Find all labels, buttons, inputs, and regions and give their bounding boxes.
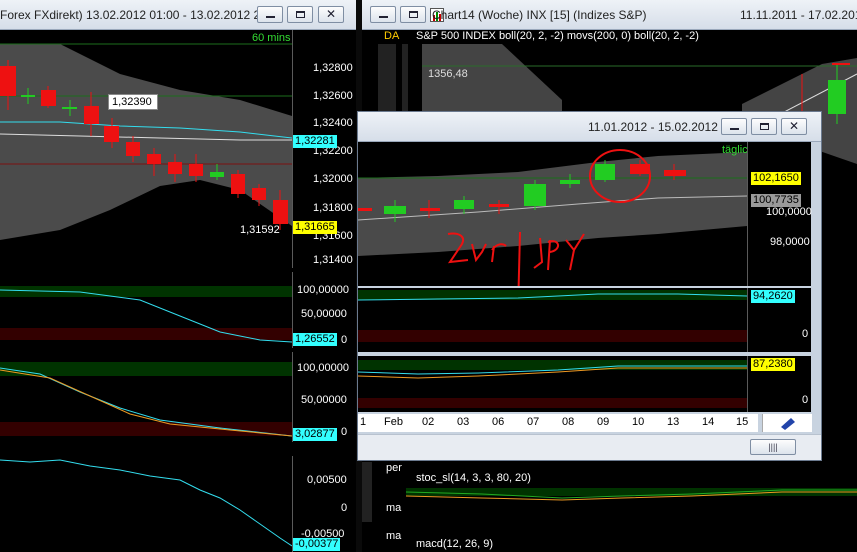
right-window-date-range: 11.11.2011 - 17.02.2012 — [740, 8, 857, 22]
x-tick: 10 — [632, 416, 645, 428]
left-osc2-scale: 100,00000 50,00000 0 3,02877 — [292, 352, 352, 442]
front-window-date-range: 11.01.2012 - 15.02.2012 — [588, 120, 718, 134]
front-chart-window: 11.01.2012 - 15.02.2012 ✕ tägli 102,1650… — [357, 111, 822, 461]
front-x-axis: 1 Feb 02 03 06 07 08 09 10 13 14 15 — [358, 414, 758, 432]
front-horizontal-scrollbar[interactable]: |||| — [358, 434, 821, 460]
front-timeframe: täglich — [722, 144, 747, 156]
restore-icon[interactable] — [287, 6, 313, 23]
left-window-titlebar[interactable]: Forex FXdirekt) 13.02.2012 01:00 - 13.02… — [0, 0, 356, 30]
price-tick: 1,32000 — [313, 173, 353, 185]
left-osc3-scale: 0,00500 0 -0,00500 -0,00377 — [292, 456, 352, 552]
left-oscillator-3[interactable] — [0, 456, 292, 552]
osc3-badge: -0,00377 — [293, 538, 341, 551]
right-window-title: Chart14 (Woche) INX [15] (Indizes S&P) — [432, 8, 647, 22]
osc-tick: 0,00500 — [307, 474, 347, 486]
osc-tick: 50,00000 — [301, 394, 347, 406]
front-oscillator-1[interactable] — [358, 288, 747, 352]
x-tick: 14 — [702, 416, 715, 428]
minimize-icon[interactable] — [721, 118, 747, 135]
left-price-panel[interactable]: 60 mins 1,32390 1,31592 — [0, 30, 292, 268]
front-price-scale[interactable]: 102,1650 100,7735 100,0000 98,0000 — [747, 142, 812, 286]
front-oscillator-2[interactable] — [358, 356, 747, 412]
price-tooltip: 1,32390 — [108, 94, 158, 110]
osc-tick: 50,00000 — [301, 308, 347, 320]
x-tick: 13 — [667, 416, 680, 428]
price-tick: 1,32800 — [313, 62, 353, 74]
price-tick: 1,31400 — [313, 254, 353, 266]
left-price-scale[interactable]: 1,32800 1,32600 1,32400 1,32200 1,32000 … — [292, 30, 353, 268]
osc-tick: 0 — [341, 502, 348, 514]
side-label: ma — [386, 530, 402, 542]
close-icon[interactable]: ✕ — [781, 118, 807, 135]
side-label: per — [386, 462, 402, 474]
header-prefix: DA — [384, 30, 400, 42]
osc2-badge: 3,02877 — [293, 428, 337, 441]
front-yellow-badge: 102,1650 — [751, 172, 801, 185]
right-indicator-header: DA S&P 500 INDEX boll(20, 2, -2) movs(20… — [362, 30, 857, 44]
left-oscillator-1[interactable] — [0, 272, 292, 348]
scrollbar-thumb[interactable]: |||| — [750, 439, 796, 455]
x-tick: 1 — [360, 416, 367, 428]
low-price-label: 1,31592 — [240, 224, 280, 236]
restore-icon[interactable] — [400, 6, 426, 23]
price-tick: 1,32600 — [313, 90, 353, 102]
x-tick: 03 — [457, 416, 470, 428]
front-osc2-badge: 87,2380 — [751, 358, 795, 371]
x-tick: 06 — [492, 416, 505, 428]
desktop: Forex FXdirekt) 13.02.2012 01:00 - 13.02… — [0, 0, 857, 552]
front-osc2-scale: 87,2380 0 — [747, 356, 811, 412]
front-osc1-zero: 0 — [802, 328, 809, 340]
osc1-badge: 1,26552 — [293, 333, 337, 346]
yellow-price-badge: 1,31665 — [293, 221, 337, 234]
right-window-titlebar[interactable]: Chart14 (Woche) INX [15] (Indizes S&P) 1… — [362, 0, 857, 30]
front-osc1-badge: 94,2620 — [751, 290, 795, 303]
front-window-titlebar[interactable]: 11.01.2012 - 15.02.2012 ✕ — [358, 112, 821, 142]
stochastic-label: stoc_sl(14, 3, 3, 80, 20) — [416, 472, 531, 484]
price-tick: 1,32400 — [313, 117, 353, 129]
side-label: ma — [386, 502, 402, 514]
price-tick: 98,0000 — [770, 236, 810, 248]
left-window-title: Forex FXdirekt) 13.02.2012 01:00 - 13.02… — [0, 8, 277, 22]
cyan-price-badge: 1,32281 — [293, 135, 337, 148]
x-tick: 08 — [562, 416, 575, 428]
close-icon[interactable]: ✕ — [318, 6, 344, 23]
x-tick: 09 — [597, 416, 610, 428]
right-macd-panel[interactable]: macd(12, 26, 9) ma — [362, 530, 857, 552]
x-tick: 02 — [422, 416, 435, 428]
osc-tick: 100,00000 — [297, 362, 349, 374]
restore-icon[interactable] — [751, 118, 777, 135]
osc-tick: 0 — [341, 426, 348, 438]
minimize-icon[interactable] — [257, 6, 283, 23]
left-oscillator-2[interactable] — [0, 352, 292, 442]
x-tick: 15 — [736, 416, 749, 428]
macd-label: macd(12, 26, 9) — [416, 538, 494, 550]
price-tick: 100,0000 — [766, 206, 812, 218]
front-osc2-zero: 0 — [802, 394, 809, 406]
right-stochastic-panel[interactable]: stoc_sl(14, 3, 3, 80, 20) per ma — [362, 462, 857, 522]
minimize-icon[interactable] — [370, 6, 396, 23]
level-label: 1356,48 — [428, 68, 468, 80]
osc-tick: 100,00000 — [297, 284, 349, 296]
left-timeframe: 60 mins — [252, 32, 291, 44]
front-osc1-scale: 94,2620 0 — [747, 288, 811, 352]
left-chart-window: Forex FXdirekt) 13.02.2012 01:00 - 13.02… — [0, 0, 356, 552]
indicator-header-text: S&P 500 INDEX boll(20, 2, -2) movs(200, … — [416, 30, 699, 42]
left-osc1-scale: 100,00000 50,00000 0 1,26552 — [292, 272, 352, 348]
x-tick: 07 — [527, 416, 540, 428]
front-price-panel[interactable]: täglich — [358, 142, 747, 286]
price-tick: 1,31800 — [313, 202, 353, 214]
osc-tick: 0 — [341, 334, 348, 346]
x-tick: Feb — [384, 416, 403, 428]
pen-icon[interactable] — [762, 414, 812, 432]
